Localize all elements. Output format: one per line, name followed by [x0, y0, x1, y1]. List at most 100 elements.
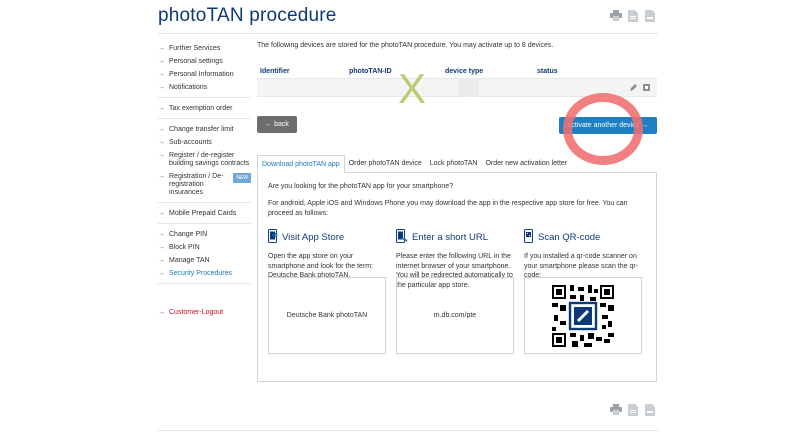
sidebar-item-change-pin[interactable]: → Change PIN — [158, 228, 251, 241]
sidebar-item-label: Personal Information — [169, 70, 234, 78]
arrow-right-icon: → — [158, 70, 165, 78]
sidebar-item-personal-information[interactable]: → Personal Information — [158, 68, 251, 81]
sidebar-item-further-services[interactable]: → Further Services — [158, 42, 251, 55]
tab-download-app[interactable]: Download photoTAN app — [257, 155, 345, 173]
column-header-status: status — [537, 67, 558, 75]
sidebar-nav: → Further Services → Personal settings → Pe… — [158, 42, 251, 319]
top-toolbar — [609, 9, 656, 22]
column-header-identifier: Identifier — [260, 67, 290, 75]
arrow-right-icon: → — [158, 269, 165, 277]
export-icon[interactable] — [643, 9, 656, 22]
sidebar-item-building-savings[interactable]: → Register / de-register building savings… — [158, 149, 251, 170]
sidebar-item-insurances[interactable]: → Registration / De-registration insuranc… — [158, 170, 251, 199]
main-content: The following devices are stored for the… — [257, 38, 657, 382]
arrow-right-icon: → — [158, 256, 165, 264]
tab-bar: Download photoTAN app Order photoTAN dev… — [257, 155, 657, 173]
arrow-right-icon: → — [158, 172, 165, 180]
download-app-panel: Are you looking for the photoTAN app for… — [257, 173, 657, 382]
nav-group-mobile: → Mobile Prepaid Cards — [158, 207, 251, 224]
customer-logout-link[interactable]: → Customer-Logout — [158, 306, 251, 319]
print-icon[interactable] — [609, 9, 622, 22]
export-icon[interactable] — [643, 403, 656, 416]
arrow-right-icon: → — [158, 44, 165, 52]
pdf-icon[interactable] — [626, 9, 639, 22]
activate-device-button[interactable]: activate another device → — [559, 117, 657, 134]
column-header-device-type: device type — [445, 67, 484, 75]
tab-activation-letter[interactable]: Order new activation letter — [481, 155, 571, 173]
row-actions — [629, 83, 651, 94]
app-store-title: Visit App Store — [282, 231, 345, 243]
title-divider — [158, 33, 658, 34]
short-url-heading: Enter a short URL — [396, 228, 514, 246]
sidebar-item-label: Registration / De-registration insurance… — [169, 173, 227, 197]
print-icon[interactable] — [609, 403, 622, 416]
sidebar-item-label: Mobile Prepaid Cards — [169, 209, 237, 217]
sidebar-item-manage-tan[interactable]: → Manage TAN — [158, 254, 251, 267]
arrow-right-icon: → — [158, 104, 165, 112]
sidebar-item-label: Manage TAN — [169, 256, 210, 264]
phone-url-icon — [396, 228, 408, 246]
sidebar-item-notifications[interactable]: → Notifications — [158, 81, 251, 94]
qr-code-box — [524, 277, 642, 354]
app-store-heading: Visit App Store — [268, 228, 386, 246]
bottom-divider — [158, 430, 658, 431]
sidebar-item-tax-exemption[interactable]: → Tax exemption order — [158, 102, 251, 115]
back-button[interactable]: ← back — [257, 116, 297, 133]
sidebar-item-label: Further Services — [169, 44, 221, 52]
devices-intro: The following devices are stored for the… — [257, 42, 554, 49]
nav-group-services: → Further Services → Personal settings → Pe… — [158, 42, 251, 98]
table-row — [257, 78, 657, 97]
arrow-right-icon: → — [158, 230, 165, 238]
sidebar-item-security-procedures[interactable]: → Security Procedures — [158, 267, 251, 280]
short-url-title: Enter a short URL — [412, 231, 489, 243]
arrow-right-icon: → — [158, 209, 165, 217]
sidebar-item-block-pin[interactable]: → Block PIN — [158, 241, 251, 254]
nav-group-accounts: → Change transfer limit → Sub-accounts → Re… — [158, 123, 251, 203]
tab-lock-phototan[interactable]: Lock photoTAN — [426, 155, 482, 173]
phone-qr-icon — [524, 228, 534, 246]
qr-code-heading: Scan QR-code — [524, 228, 642, 246]
sidebar-item-label: Notifications — [169, 83, 208, 91]
arrow-right-icon: → — [158, 57, 165, 65]
column-header-phototan-id: photoTAN-ID — [349, 67, 392, 75]
arrow-right-icon: → — [158, 83, 165, 91]
short-url-box: m.db.com/pte — [396, 277, 514, 354]
devices-table: Identifier photoTAN-ID device type statu… — [257, 64, 657, 97]
sidebar-item-label: Change PIN — [169, 230, 208, 238]
back-button-label: back — [274, 121, 289, 128]
sidebar-item-label: Security Procedures — [169, 269, 233, 277]
activate-button-label: activate another device — [567, 122, 640, 129]
sidebar-item-mobile-prepaid[interactable]: → Mobile Prepaid Cards — [158, 207, 251, 220]
delete-icon[interactable] — [642, 83, 651, 94]
nav-group-tax: → Tax exemption order — [158, 102, 251, 119]
sidebar-item-label: Personal settings — [169, 57, 223, 65]
page-title: photoTAN procedure — [158, 5, 337, 26]
app-store-search-box: Deutsche Bank photoTAN — [268, 277, 386, 354]
sidebar-item-label: Tax exemption order — [169, 104, 233, 112]
arrow-right-icon: → — [158, 125, 165, 133]
panel-question: Are you looking for the photoTAN app for… — [268, 183, 454, 190]
sidebar-item-sub-accounts[interactable]: → Sub-accounts — [158, 136, 251, 149]
sidebar-item-transfer-limit[interactable]: → Change transfer limit — [158, 123, 251, 136]
panel-paragraph: For android, Apple iOS and Windows Phone… — [268, 200, 628, 217]
sidebar-item-label: Block PIN — [169, 243, 200, 251]
arrow-right-icon: → — [158, 138, 165, 146]
sidebar-item-label: Sub-accounts — [169, 138, 212, 146]
sidebar-item-label: Register / de-register building savings … — [169, 151, 250, 167]
smartphone-icon — [268, 228, 279, 246]
pdf-icon[interactable] — [626, 403, 639, 416]
new-badge: NEW — [233, 172, 251, 183]
nav-group-security: → Change PIN → Block PIN → Manage TAN → Secu… — [158, 228, 251, 284]
logout-label: Customer-Logout — [169, 308, 224, 316]
arrow-right-icon: → — [639, 122, 649, 129]
tab-order-device[interactable]: Order photoTAN device — [345, 155, 426, 173]
arrow-right-icon: → — [158, 151, 165, 159]
insurances-label: Registration / De-registration insurance… — [169, 172, 224, 196]
arrow-right-icon: → — [158, 243, 165, 251]
qr-code-column: Scan QR-code If you installed a qr-code … — [524, 228, 642, 281]
edit-icon[interactable] — [629, 83, 638, 94]
arrow-right-icon: → — [158, 308, 165, 316]
sidebar-item-personal-settings[interactable]: → Personal settings — [158, 55, 251, 68]
sidebar-item-label: Change transfer limit — [169, 125, 234, 133]
